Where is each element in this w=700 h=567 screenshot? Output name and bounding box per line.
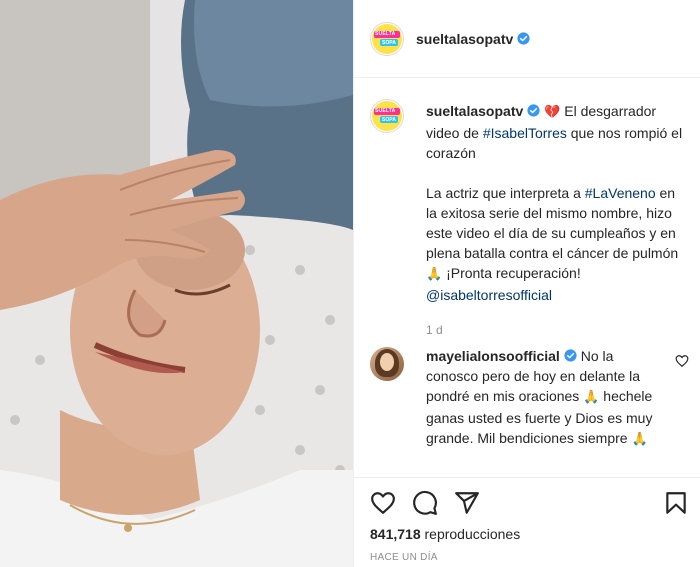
mention-link[interactable]: @isabeltorresofficial [426, 287, 552, 303]
bookmark-icon[interactable] [663, 490, 689, 516]
author-avatar[interactable]: SUELTA SOPA [370, 21, 404, 56]
action-icons [370, 490, 480, 516]
hashtag-isabeltorres[interactable]: #IsabelTorres [483, 125, 567, 141]
post-panel: SUELTA SOPA sueltalasopatv SUELTA SOPA s… [353, 0, 700, 567]
commenter-avatar[interactable] [370, 347, 404, 381]
avatar-logo-text-2: SOPA [382, 39, 396, 46]
post-video[interactable] [0, 0, 353, 567]
instagram-post: SUELTA SOPA sueltalasopatv SUELTA SOPA s… [0, 0, 700, 567]
commenter-avatar-face [380, 353, 394, 371]
avatar-logo-text-1: SUELTA [375, 30, 396, 37]
avatar-logo-text-1: SUELTA [375, 108, 396, 114]
commenter-username[interactable]: mayelialonsoofficial [426, 348, 560, 364]
post-actions: 841,718 reproducciones HACE UN DÍA [354, 477, 700, 567]
pray-emoji: 🙏 [583, 390, 600, 405]
avatar-logo: SUELTA SOPA [372, 23, 402, 54]
verified-badge-icon [517, 32, 530, 45]
avatar-logo: SUELTA SOPA [372, 101, 402, 131]
caption-paragraph-1: sueltalasopatv 💔 El desgarrador video de… [426, 101, 688, 163]
verified-badge-icon [564, 349, 577, 362]
caption-text-2a: La actriz que interpreta a [426, 185, 585, 201]
share-icon[interactable] [454, 490, 480, 516]
pray-emoji: 🙏 [631, 432, 648, 447]
comment-icon[interactable] [412, 490, 438, 516]
comment-text: mayelialonsoofficial No la conosco pero … [426, 346, 656, 450]
caption-text: sueltalasopatv 💔 El desgarrador video de… [426, 101, 688, 340]
video-frame [0, 0, 353, 567]
caption-timestamp[interactable]: 1 d [426, 320, 688, 340]
broken-heart-emoji: 💔 [544, 105, 561, 120]
caption-text-2c: ¡Pronta recuperación! [442, 265, 581, 281]
caption-paragraph-2: La actriz que interpreta a #LaVeneno en … [426, 183, 688, 305]
comments-section: SUELTA SOPA sueltalasopatv 💔 El desgarra… [354, 79, 700, 477]
posted-time[interactable]: HACE UN DÍA [370, 552, 438, 563]
pray-emoji: 🙏 [426, 267, 443, 282]
heart-outline-icon[interactable] [675, 354, 689, 368]
avatar-logo-text-2: SOPA [382, 117, 396, 123]
hashtag-laveneno[interactable]: #LaVeneno [585, 185, 656, 201]
post-header: SUELTA SOPA sueltalasopatv [354, 0, 700, 78]
views-count[interactable]: 841,718 reproducciones [370, 526, 520, 542]
caption-username[interactable]: sueltalasopatv [426, 103, 523, 119]
views-label: reproducciones [420, 526, 521, 542]
verified-badge-icon [527, 104, 540, 117]
caption-avatar[interactable]: SUELTA SOPA [370, 99, 404, 133]
heart-icon[interactable] [370, 490, 396, 516]
author-username[interactable]: sueltalasopatv [416, 31, 513, 47]
views-number: 841,718 [370, 526, 421, 542]
